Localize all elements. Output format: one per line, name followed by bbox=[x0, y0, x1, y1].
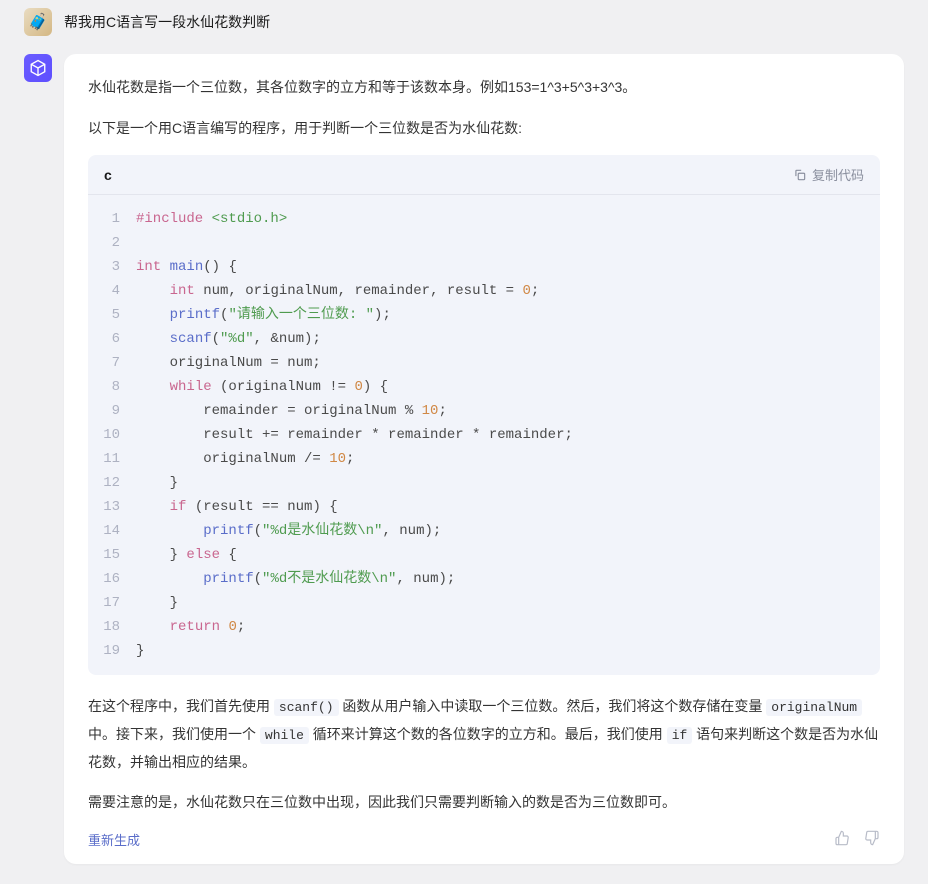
thumbs-up-button[interactable] bbox=[834, 830, 850, 850]
line-number: 12 bbox=[88, 471, 136, 495]
code-line: 12 } bbox=[88, 471, 880, 495]
line-number: 7 bbox=[88, 351, 136, 375]
inline-code: scanf() bbox=[274, 699, 339, 716]
code-source: printf("%d不是水仙花数\n", num); bbox=[136, 567, 455, 591]
code-line: 5 printf("请输入一个三位数: "); bbox=[88, 303, 880, 327]
code-line: 17 } bbox=[88, 591, 880, 615]
thumbs-down-icon bbox=[864, 830, 880, 846]
code-source: while (originalNum != 0) { bbox=[136, 375, 388, 399]
code-source: remainder = originalNum % 10; bbox=[136, 399, 447, 423]
assistant-avatar bbox=[24, 54, 52, 82]
code-language: c bbox=[104, 167, 112, 183]
code-line: 18 return 0; bbox=[88, 615, 880, 639]
line-number: 5 bbox=[88, 303, 136, 327]
copy-code-label: 复制代码 bbox=[812, 165, 864, 184]
code-source: int main() { bbox=[136, 255, 237, 279]
code-line: 16 printf("%d不是水仙花数\n", num); bbox=[88, 567, 880, 591]
inline-code: while bbox=[260, 727, 309, 744]
line-number: 10 bbox=[88, 423, 136, 447]
code-line: 10 result += remainder * remainder * rem… bbox=[88, 423, 880, 447]
code-line: 11 originalNum /= 10; bbox=[88, 447, 880, 471]
code-block: c 复制代码 1#include <stdio.h>23int main() {… bbox=[88, 155, 880, 675]
code-line: 2 bbox=[88, 231, 880, 255]
line-number: 14 bbox=[88, 519, 136, 543]
line-number: 2 bbox=[88, 231, 136, 255]
paragraph-4: 需要注意的是，水仙花数只在三位数中出现，因此我们只需要判断输入的数是否为三位数即… bbox=[88, 789, 880, 816]
code-source: if (result == num) { bbox=[136, 495, 338, 519]
user-avatar: 🧳 bbox=[24, 8, 52, 36]
code-source: int num, originalNum, remainder, result … bbox=[136, 279, 539, 303]
code-source: } else { bbox=[136, 543, 237, 567]
card-footer: 重新生成 bbox=[88, 830, 880, 850]
cube-icon bbox=[29, 59, 47, 77]
code-body[interactable]: 1#include <stdio.h>23int main() {4 int n… bbox=[88, 195, 880, 675]
code-source: return 0; bbox=[136, 615, 245, 639]
inline-code: if bbox=[667, 727, 693, 744]
code-source: printf("%d是水仙花数\n", num); bbox=[136, 519, 441, 543]
line-number: 8 bbox=[88, 375, 136, 399]
code-line: 9 remainder = originalNum % 10; bbox=[88, 399, 880, 423]
code-source: } bbox=[136, 591, 178, 615]
thumbs-down-button[interactable] bbox=[864, 830, 880, 850]
code-source: result += remainder * remainder * remain… bbox=[136, 423, 573, 447]
code-line: 4 int num, originalNum, remainder, resul… bbox=[88, 279, 880, 303]
code-line: 6 scanf("%d", &num); bbox=[88, 327, 880, 351]
code-source: scanf("%d", &num); bbox=[136, 327, 321, 351]
copy-icon bbox=[793, 168, 807, 182]
paragraph-3: 在这个程序中，我们首先使用 scanf() 函数从用户输入中读取一个三位数。然后… bbox=[88, 693, 880, 775]
thumbs-up-icon bbox=[834, 830, 850, 846]
feedback-actions bbox=[834, 830, 880, 850]
paragraph-1: 水仙花数是指一个三位数，其各位数字的立方和等于该数本身。例如153=1^3+5^… bbox=[88, 74, 880, 101]
line-number: 15 bbox=[88, 543, 136, 567]
code-line: 14 printf("%d是水仙花数\n", num); bbox=[88, 519, 880, 543]
code-source: originalNum = num; bbox=[136, 351, 321, 375]
code-line: 13 if (result == num) { bbox=[88, 495, 880, 519]
code-line: 1#include <stdio.h> bbox=[88, 207, 880, 231]
code-line: 8 while (originalNum != 0) { bbox=[88, 375, 880, 399]
code-line: 7 originalNum = num; bbox=[88, 351, 880, 375]
line-number: 6 bbox=[88, 327, 136, 351]
assistant-card: 水仙花数是指一个三位数，其各位数字的立方和等于该数本身。例如153=1^3+5^… bbox=[64, 54, 904, 864]
paragraph-2: 以下是一个用C语言编写的程序，用于判断一个三位数是否为水仙花数: bbox=[88, 115, 880, 142]
line-number: 1 bbox=[88, 207, 136, 231]
line-number: 16 bbox=[88, 567, 136, 591]
assistant-row: 水仙花数是指一个三位数，其各位数字的立方和等于该数本身。例如153=1^3+5^… bbox=[24, 54, 904, 864]
line-number: 18 bbox=[88, 615, 136, 639]
user-message-text: 帮我用C语言写一段水仙花数判断 bbox=[64, 12, 270, 32]
code-source: originalNum /= 10; bbox=[136, 447, 354, 471]
copy-code-button[interactable]: 复制代码 bbox=[793, 165, 864, 184]
code-source: } bbox=[136, 639, 144, 663]
line-number: 4 bbox=[88, 279, 136, 303]
inline-code: originalNum bbox=[766, 699, 862, 716]
code-line: 19} bbox=[88, 639, 880, 663]
line-number: 9 bbox=[88, 399, 136, 423]
line-number: 19 bbox=[88, 639, 136, 663]
line-number: 13 bbox=[88, 495, 136, 519]
code-source: } bbox=[136, 471, 178, 495]
line-number: 11 bbox=[88, 447, 136, 471]
line-number: 17 bbox=[88, 591, 136, 615]
code-line: 3int main() { bbox=[88, 255, 880, 279]
code-source: #include <stdio.h> bbox=[136, 207, 287, 231]
code-line: 15 } else { bbox=[88, 543, 880, 567]
regenerate-button[interactable]: 重新生成 bbox=[88, 830, 140, 849]
code-source: printf("请输入一个三位数: "); bbox=[136, 303, 391, 327]
line-number: 3 bbox=[88, 255, 136, 279]
user-message-row: 🧳 帮我用C语言写一段水仙花数判断 bbox=[24, 8, 904, 36]
code-header: c 复制代码 bbox=[88, 155, 880, 195]
